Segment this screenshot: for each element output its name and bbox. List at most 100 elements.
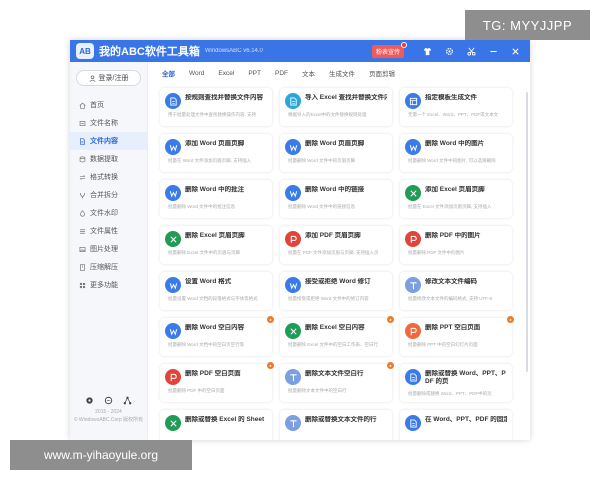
sidebar-item-7[interactable]: 文件属性: [70, 222, 147, 240]
sidebar-item-0[interactable]: 首页: [70, 96, 147, 114]
doc-icon: [285, 93, 301, 109]
card-title-line: 添加 PDF 页眉页脚: [305, 232, 361, 239]
tool-card[interactable]: 添加 Excel 页眉页脚批量在 Excel 文件添加页眉页脚, 支持插入: [400, 180, 512, 218]
properties-icon: [80, 228, 85, 234]
sidebar-item-5[interactable]: 合并拆分: [70, 186, 147, 204]
tool-card[interactable]: 删除 Word 中的批注批量删除 Word 文件中的批注信息: [160, 180, 272, 218]
scissors-icon[interactable]: [462, 42, 480, 60]
tool-card[interactable]: 删除或替换 Word、PPT、P DF 的页 批量删除或替换 Word、PPT、PD…: [400, 364, 512, 402]
gear-icon[interactable]: [440, 42, 458, 60]
tool-card[interactable]: 删除 PPT 空白页面 批量删除 PPT 中的空白幻灯片页面 ●: [400, 316, 514, 356]
card-title-line: 删除或替换文本文件的行: [305, 416, 377, 423]
tool-card[interactable]: 指定模板生成文件 无需一个 Excel、Word、PPT、PDF或文本文: [400, 88, 512, 126]
app-title: 我的ABC软件工具箱: [99, 46, 200, 58]
card-title-line: 设置 Word 格式: [185, 278, 232, 285]
card-description: 批量删除 Word 文件中的页眉页脚: [288, 158, 356, 163]
text-icon: [285, 369, 301, 385]
close-icon[interactable]: [506, 42, 524, 60]
word-icon: [285, 277, 301, 293]
tool-card[interactable]: 设置 Word 格式 批量设置 Word 文档的段落格式与字体等格式: [160, 272, 272, 310]
card-title: 删除 Word 空白内容: [185, 324, 267, 332]
tab-4[interactable]: PDF: [269, 67, 294, 80]
tool-card[interactable]: 接受或拒绝 Word 修订 批量接受或拒绝 Word 文件中的修订内容: [280, 272, 392, 310]
tab-3[interactable]: PPT: [242, 67, 267, 80]
sidebar-item-4[interactable]: 格式转换: [70, 168, 147, 186]
sidebar-item-1[interactable]: 文件名称: [70, 114, 147, 132]
tab-7[interactable]: 页面剪辑: [363, 65, 401, 81]
share-icon[interactable]: [123, 392, 132, 405]
shirt-icon[interactable]: [418, 42, 436, 60]
sidebar-item-label: 数据提取: [90, 156, 118, 163]
card-description: 批量删除 Word 文件中的链接信息: [288, 204, 356, 209]
card-title: 指定模板生成文件: [425, 94, 507, 102]
tool-card[interactable]: 添加 PDF 页眉页脚 批量在 PDF 文件添加页眉与页脚, 支持插入页: [280, 226, 392, 264]
card-title-line-2: DF 的页: [425, 378, 449, 385]
minimize-icon[interactable]: [484, 42, 502, 60]
tool-card[interactable]: 删除 Excel 页眉页脚 批量删除 Excel 文件中的页眉与页脚: [160, 226, 272, 264]
word-icon: [165, 277, 181, 293]
rename-icon: [79, 120, 86, 126]
sidebar-item-label: 压缩解压: [90, 264, 118, 271]
tool-card[interactable]: 删除或替换 Excel 的 Sheet: [160, 410, 272, 440]
chat-icon[interactable]: [104, 392, 113, 405]
data-icon: [79, 155, 86, 162]
app-version: WindowsABC v6.14.0: [204, 48, 263, 54]
user-icon: [89, 74, 95, 82]
tab-6[interactable]: 生成文件: [323, 65, 361, 81]
sidebar-item-2[interactable]: 文件内容: [70, 132, 147, 150]
tool-card[interactable]: 删除 PDF 空白页面 批量删除 PDF 中的空白页面 ●: [160, 362, 274, 402]
sidebar-item-8[interactable]: 图片处理: [70, 240, 147, 258]
card-description: 用于批量处理文件中查找替换操作内容, 支持: [168, 112, 256, 117]
notification-button[interactable]: 粉表宣传: [371, 41, 407, 58]
tool-card[interactable]: 删除 Word 空白内容批量删除 Word 文档中的空白页空行等 ●: [160, 316, 274, 356]
scrollbar[interactable]: [526, 92, 528, 372]
url-watermark: www.m-yihaoyule.org: [10, 440, 192, 470]
tab-2[interactable]: Excel: [212, 67, 240, 80]
settings-gear-icon[interactable]: [85, 392, 94, 404]
card-title-line: 修改文本文件编码: [425, 278, 477, 285]
card-description: 批量删除 PDF 文件中的图片: [408, 250, 465, 255]
card-title: 删除 Word 中的批注: [185, 186, 267, 194]
tool-card[interactable]: 删除 Word 页眉页脚 批量删除 Word 文件中的页眉页脚: [280, 134, 392, 172]
sidebar-item-10[interactable]: 更多功能: [70, 276, 147, 294]
card-description: 批量删除 Word 文档中的空白页空行等: [168, 342, 245, 347]
merge-icon: [80, 192, 85, 198]
tool-card[interactable]: 删除 Word 中的链接 批量删除 Word 文件中的链接信息: [280, 180, 392, 218]
tab-0[interactable]: 全部: [156, 65, 181, 81]
sidebar-item-9[interactable]: 压缩解压: [70, 258, 147, 276]
doc-icon: [165, 93, 181, 109]
tab-1[interactable]: Word: [183, 67, 210, 80]
word-icon: [165, 139, 181, 155]
card-title-line: 添加 Excel 页眉页脚: [425, 186, 485, 193]
card-description: 批量删除文本文件中的空白行: [288, 388, 347, 393]
tool-card[interactable]: 导入 Excel 查找并替换文件内容根据导入的Excel中的文件替换规则处理: [280, 88, 392, 126]
tool-card[interactable]: 删除 Word 中的图片 批量删除 Word 文件中的图片, 可以选择删除: [400, 134, 512, 172]
card-description: 批量在 Word 文件添加页眉页脚, 支持插入: [168, 158, 252, 163]
tool-card[interactable]: 在 Word、PPT、PDF 的固定: [400, 410, 512, 440]
card-title: 导入 Excel 查找并替换文件内容: [305, 94, 387, 102]
card-description: 批量在 Excel 文件添加页眉页脚, 支持插入: [408, 204, 492, 209]
sidebar-item-3[interactable]: 数据提取: [70, 150, 147, 168]
card-description: 批量删除 Excel 文件中的空白工作表、空白行: [288, 342, 379, 347]
tool-card[interactable]: 修改文本文件编码批量修改文本文件的编码格式, 支持 UTF-8: [400, 272, 512, 310]
pdf-icon: [165, 369, 181, 385]
tool-card[interactable]: 删除或替换文本文件的行: [280, 410, 392, 440]
card-title: 删除 PDF 空白页面: [185, 370, 267, 378]
login-button[interactable]: 登录/注册: [76, 70, 141, 86]
tool-card[interactable]: 添加 Word 页眉页脚 批量在 Word 文件添加页眉页脚, 支持插入: [160, 134, 272, 172]
card-title-line: 按规则查找并替换文件内容: [185, 94, 263, 101]
card-description: 批量删除 Word 文件中的批注信息: [168, 204, 236, 209]
tool-card[interactable]: 按规则查找并替换文件内容用于批量处理文件中查找替换操作内容, 支持: [160, 88, 272, 126]
card-title-line: 删除 Excel 空白内容: [305, 324, 365, 331]
notification-label: 粉表宣传: [375, 49, 400, 56]
tool-card[interactable]: 删除 Excel 空白内容 批量删除 Excel 文件中的空白工作表、空白行 ●: [280, 316, 394, 356]
tool-card[interactable]: 删除 PDF 中的图片 批量删除 PDF 文件中的图片: [400, 226, 512, 264]
sidebar-item-6[interactable]: 文件水印: [70, 204, 147, 222]
card-description: 批量修改文本文件的编码格式, 支持 UTF-8: [408, 296, 492, 301]
tool-card[interactable]: 删除文本文件空白行 批量删除文本文件中的空白行 ●: [280, 362, 394, 402]
card-title: 修改文本文件编码: [425, 278, 507, 286]
sidebar-item-label: 更多功能: [90, 282, 118, 289]
card-title: 删除 Excel 空白内容: [305, 324, 387, 332]
new-badge: ●: [267, 316, 274, 323]
tab-5[interactable]: 文本: [296, 65, 321, 81]
